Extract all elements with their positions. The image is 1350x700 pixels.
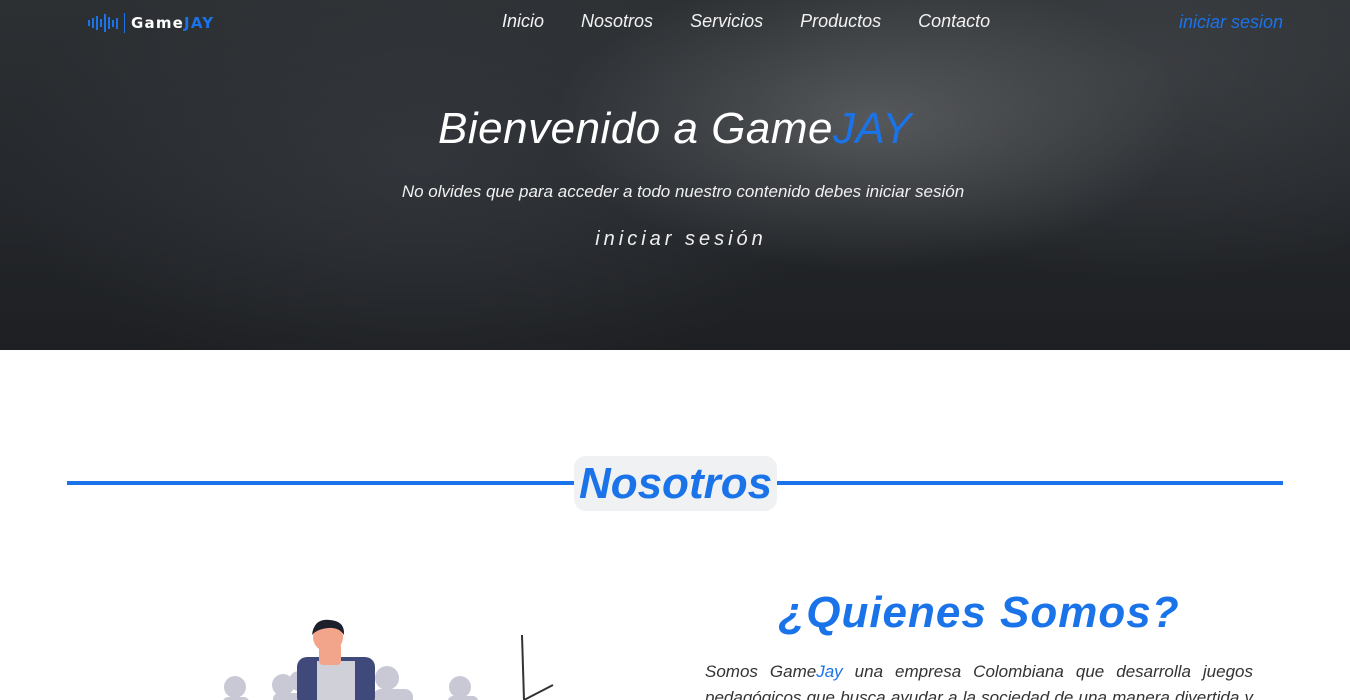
team-illustration <box>223 619 554 700</box>
person-figure <box>297 619 375 700</box>
pole-graphic <box>521 634 554 700</box>
hero-login-button[interactable]: iniciar sesión <box>0 228 1350 251</box>
nav-item-servicios[interactable]: Servicios <box>690 11 763 32</box>
main-nav: Inicio Nosotros Servicios Productos Cont… <box>502 11 1027 32</box>
brand-name: GameJAY <box>131 14 215 32</box>
login-link[interactable]: iniciar sesion <box>1179 12 1283 33</box>
nav-item-inicio[interactable]: Inicio <box>502 11 544 32</box>
nav-item-nosotros[interactable]: Nosotros <box>581 11 653 32</box>
about-description: Somos GameJay una empresa Colombiana que… <box>705 662 1253 700</box>
logo-divider <box>124 13 125 33</box>
hero-subtitle: No olvides que para acceder a todo nuest… <box>401 182 965 201</box>
about-heading: ¿Quienes Somos? <box>778 588 1180 637</box>
hero-title: Bienvenido a GameJAY <box>438 104 912 153</box>
brand-logo[interactable]: GameJAY <box>88 12 214 34</box>
nav-item-productos[interactable]: Productos <box>800 11 881 32</box>
sound-wave-icon <box>88 13 118 33</box>
hero-banner: GameJAY Inicio Nosotros Servicios Produc… <box>0 0 1350 350</box>
section-title-nosotros: Nosotros <box>574 456 777 511</box>
nav-item-contacto[interactable]: Contacto <box>918 11 990 32</box>
